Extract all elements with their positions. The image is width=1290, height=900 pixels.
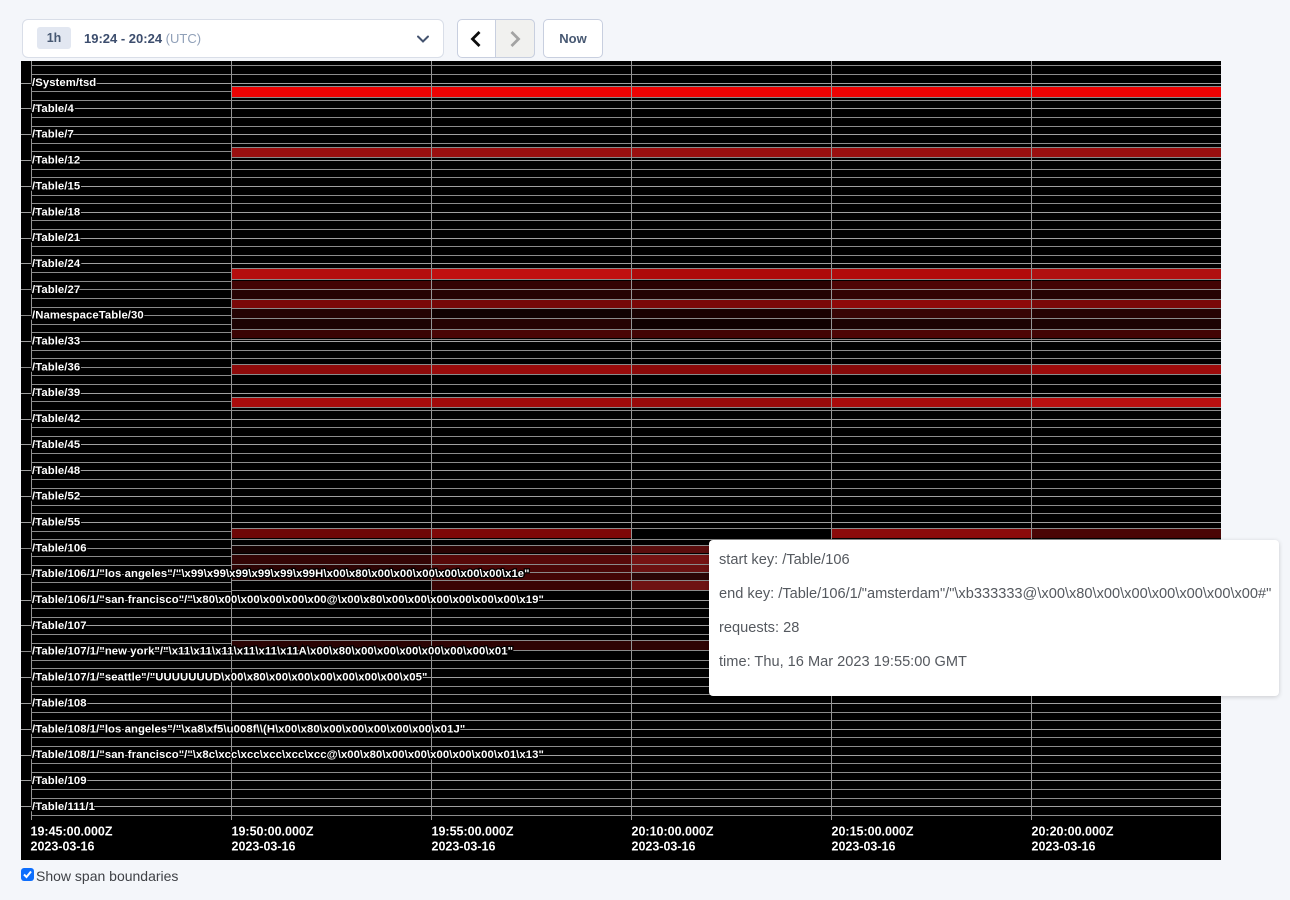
svg-text:/Table/15: /Table/15 (32, 180, 80, 192)
svg-text:/Table/42: /Table/42 (32, 413, 80, 425)
svg-text:/Table/21: /Table/21 (32, 232, 80, 244)
svg-text:2023-03-16: 2023-03-16 (232, 840, 296, 854)
svg-text:/Table/39: /Table/39 (32, 387, 80, 399)
svg-text:/Table/111/1: /Table/111/1 (32, 801, 95, 813)
svg-text:/Table/4: /Table/4 (32, 103, 75, 115)
svg-text:19:55:00.000Z: 19:55:00.000Z (432, 825, 514, 839)
svg-text:/Table/45: /Table/45 (32, 439, 80, 451)
svg-text:2023-03-16: 2023-03-16 (632, 840, 696, 854)
svg-text:/Table/52: /Table/52 (32, 491, 80, 503)
svg-text:/Table/7: /Table/7 (32, 129, 74, 141)
svg-text:/Table/12: /Table/12 (32, 155, 80, 167)
svg-text:/Table/107/1/"seattle"/"UUUUUU: /Table/107/1/"seattle"/"UUUUUUUD\x00\x80… (32, 672, 427, 684)
svg-text:20:20:00.000Z: 20:20:00.000Z (1032, 825, 1114, 839)
svg-text:/Table/27: /Table/27 (32, 284, 80, 296)
svg-text:/Table/108/1/"san francisco"/": /Table/108/1/"san francisco"/"\x8c\xcc\x… (32, 749, 544, 761)
svg-text:2023-03-16: 2023-03-16 (1032, 840, 1096, 854)
svg-text:/Table/106: /Table/106 (32, 542, 87, 554)
svg-text:19:50:00.000Z: 19:50:00.000Z (232, 825, 314, 839)
svg-text:2023-03-16: 2023-03-16 (832, 840, 896, 854)
svg-text:/Table/24: /Table/24 (32, 258, 81, 270)
svg-text:/Table/106/1/"los angeles"/"\x: /Table/106/1/"los angeles"/"\x99\x99\x99… (32, 568, 530, 580)
svg-text:20:10:00.000Z: 20:10:00.000Z (632, 825, 714, 839)
svg-text:/Table/18: /Table/18 (32, 206, 80, 218)
svg-text:19:45:00.000Z: 19:45:00.000Z (31, 825, 113, 839)
svg-text:/Table/33: /Table/33 (32, 336, 80, 348)
svg-text:/Table/108: /Table/108 (32, 697, 87, 709)
svg-text:/Table/108/1/"los angeles"/"\x: /Table/108/1/"los angeles"/"\xa8\xf5\u00… (32, 723, 465, 735)
svg-text:2023-03-16: 2023-03-16 (31, 840, 95, 854)
svg-text:/System/tsd: /System/tsd (32, 77, 96, 89)
svg-text:/Table/109: /Table/109 (32, 775, 87, 787)
svg-text:/Table/107: /Table/107 (32, 620, 87, 632)
svg-text:/NamespaceTable/30: /NamespaceTable/30 (32, 310, 144, 322)
svg-text:/Table/55: /Table/55 (32, 516, 80, 528)
svg-text:20:15:00.000Z: 20:15:00.000Z (832, 825, 914, 839)
svg-text:/Table/107/1/"new york"/"\x11\: /Table/107/1/"new york"/"\x11\x11\x11\x1… (32, 646, 513, 658)
svg-text:2023-03-16: 2023-03-16 (432, 840, 496, 854)
svg-text:/Table/48: /Table/48 (32, 465, 80, 477)
svg-text:/Table/106/1/"san francisco"/": /Table/106/1/"san francisco"/"\x80\x00\x… (32, 594, 544, 606)
svg-text:/Table/36: /Table/36 (32, 361, 80, 373)
